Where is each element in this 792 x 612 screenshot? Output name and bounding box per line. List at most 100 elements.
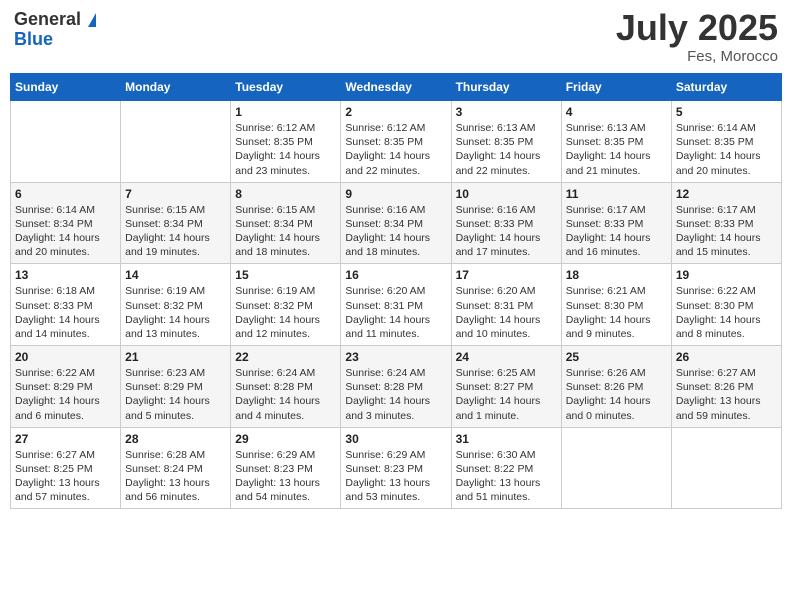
day-number: 5 — [676, 105, 777, 119]
day-number: 17 — [456, 268, 557, 282]
calendar-cell: 24 Sunrise: 6:25 AM Sunset: 8:27 PM Dayli… — [451, 346, 561, 428]
weekday-header: Sunday — [11, 74, 121, 101]
day-info: Sunrise: 6:27 AM Sunset: 8:26 PM Dayligh… — [676, 366, 777, 423]
logo-blue-text: Blue — [14, 30, 96, 50]
calendar-week-row: 6Sunrise: 6:14 AM Sunset: 8:34 PM Daylig… — [11, 182, 782, 264]
day-info: Sunrise: 6:24 AM Sunset: 8:28 PM Dayligh… — [235, 366, 336, 423]
calendar-cell: 9 Sunrise: 6:16 AM Sunset: 8:34 PM Daylig… — [341, 182, 451, 264]
day-number: 24 — [456, 350, 557, 364]
day-info: Sunrise: 6:19 AM Sunset: 8:32 PM Dayligh… — [125, 284, 226, 341]
calendar-cell: 10 Sunrise: 6:16 AM Sunset: 8:33 PM Dayli… — [451, 182, 561, 264]
day-number: 22 — [235, 350, 336, 364]
calendar-cell: 23Sunrise: 6:24 AM Sunset: 8:28 PM Dayli… — [341, 346, 451, 428]
day-number: 2 — [345, 105, 446, 119]
calendar-cell: 19 Sunrise: 6:22 AM Sunset: 8:30 PM Dayli… — [671, 264, 781, 346]
day-info: Sunrise: 6:26 AM Sunset: 8:26 PM Dayligh… — [566, 366, 667, 423]
day-info: Sunrise: 6:28 AM Sunset: 8:24 PM Dayligh… — [125, 448, 226, 505]
day-number: 12 — [676, 187, 777, 201]
logo: General Blue — [14, 10, 96, 50]
calendar-cell: 26Sunrise: 6:27 AM Sunset: 8:26 PM Dayli… — [671, 346, 781, 428]
calendar-cell: 31Sunrise: 6:30 AM Sunset: 8:22 PM Dayli… — [451, 427, 561, 509]
calendar-cell: 8Sunrise: 6:15 AM Sunset: 8:34 PM Daylig… — [231, 182, 341, 264]
calendar-table: SundayMondayTuesdayWednesdayThursdayFrid… — [10, 73, 782, 509]
day-number: 28 — [125, 432, 226, 446]
day-number: 19 — [676, 268, 777, 282]
logo-icon — [88, 13, 96, 27]
day-number: 9 — [345, 187, 446, 201]
day-number: 16 — [345, 268, 446, 282]
calendar-cell: 21 Sunrise: 6:23 AM Sunset: 8:29 PM Dayli… — [121, 346, 231, 428]
weekday-header: Tuesday — [231, 74, 341, 101]
day-info: Sunrise: 6:23 AM Sunset: 8:29 PM Dayligh… — [125, 366, 226, 423]
calendar-cell: 1 Sunrise: 6:12 AM Sunset: 8:35 PM Daylig… — [231, 101, 341, 183]
calendar-cell: 25 Sunrise: 6:26 AM Sunset: 8:26 PM Dayli… — [561, 346, 671, 428]
calendar-cell: 27Sunrise: 6:27 AM Sunset: 8:25 PM Dayli… — [11, 427, 121, 509]
calendar-week-row: 1 Sunrise: 6:12 AM Sunset: 8:35 PM Daylig… — [11, 101, 782, 183]
calendar-cell — [561, 427, 671, 509]
day-info: Sunrise: 6:12 AM Sunset: 8:35 PM Dayligh… — [235, 121, 336, 178]
weekday-header: Thursday — [451, 74, 561, 101]
day-info: Sunrise: 6:15 AM Sunset: 8:34 PM Dayligh… — [125, 203, 226, 260]
day-number: 20 — [15, 350, 116, 364]
calendar-cell: 17 Sunrise: 6:20 AM Sunset: 8:31 PM Dayli… — [451, 264, 561, 346]
day-info: Sunrise: 6:12 AM Sunset: 8:35 PM Dayligh… — [345, 121, 446, 178]
calendar-cell: 28 Sunrise: 6:28 AM Sunset: 8:24 PM Dayli… — [121, 427, 231, 509]
calendar-cell: 5 Sunrise: 6:14 AM Sunset: 8:35 PM Daylig… — [671, 101, 781, 183]
calendar-cell — [671, 427, 781, 509]
calendar-cell: 6Sunrise: 6:14 AM Sunset: 8:34 PM Daylig… — [11, 182, 121, 264]
day-info: Sunrise: 6:17 AM Sunset: 8:33 PM Dayligh… — [676, 203, 777, 260]
day-info: Sunrise: 6:20 AM Sunset: 8:31 PM Dayligh… — [345, 284, 446, 341]
calendar-header: SundayMondayTuesdayWednesdayThursdayFrid… — [11, 74, 782, 101]
day-number: 14 — [125, 268, 226, 282]
day-number: 21 — [125, 350, 226, 364]
location-subtitle: Fes, Morocco — [616, 48, 778, 65]
day-info: Sunrise: 6:21 AM Sunset: 8:30 PM Dayligh… — [566, 284, 667, 341]
day-number: 15 — [235, 268, 336, 282]
calendar-cell: 15 Sunrise: 6:19 AM Sunset: 8:32 PM Dayli… — [231, 264, 341, 346]
day-info: Sunrise: 6:22 AM Sunset: 8:29 PM Dayligh… — [15, 366, 116, 423]
calendar-cell: 13Sunrise: 6:18 AM Sunset: 8:33 PM Dayli… — [11, 264, 121, 346]
day-info: Sunrise: 6:27 AM Sunset: 8:25 PM Dayligh… — [15, 448, 116, 505]
day-number: 18 — [566, 268, 667, 282]
day-number: 29 — [235, 432, 336, 446]
day-info: Sunrise: 6:29 AM Sunset: 8:23 PM Dayligh… — [235, 448, 336, 505]
day-info: Sunrise: 6:24 AM Sunset: 8:28 PM Dayligh… — [345, 366, 446, 423]
day-info: Sunrise: 6:17 AM Sunset: 8:33 PM Dayligh… — [566, 203, 667, 260]
day-number: 1 — [235, 105, 336, 119]
day-number: 30 — [345, 432, 446, 446]
day-info: Sunrise: 6:25 AM Sunset: 8:27 PM Dayligh… — [456, 366, 557, 423]
weekday-header: Saturday — [671, 74, 781, 101]
day-info: Sunrise: 6:16 AM Sunset: 8:34 PM Dayligh… — [345, 203, 446, 260]
day-info: Sunrise: 6:30 AM Sunset: 8:22 PM Dayligh… — [456, 448, 557, 505]
weekday-header-row: SundayMondayTuesdayWednesdayThursdayFrid… — [11, 74, 782, 101]
calendar-cell: 20 Sunrise: 6:22 AM Sunset: 8:29 PM Dayli… — [11, 346, 121, 428]
calendar-cell: 14 Sunrise: 6:19 AM Sunset: 8:32 PM Dayli… — [121, 264, 231, 346]
day-number: 3 — [456, 105, 557, 119]
title-block: July 2025 Fes, Morocco — [616, 10, 778, 65]
day-number: 25 — [566, 350, 667, 364]
day-info: Sunrise: 6:16 AM Sunset: 8:33 PM Dayligh… — [456, 203, 557, 260]
day-info: Sunrise: 6:14 AM Sunset: 8:35 PM Dayligh… — [676, 121, 777, 178]
day-info: Sunrise: 6:22 AM Sunset: 8:30 PM Dayligh… — [676, 284, 777, 341]
calendar-week-row: 20 Sunrise: 6:22 AM Sunset: 8:29 PM Dayli… — [11, 346, 782, 428]
day-info: Sunrise: 6:13 AM Sunset: 8:35 PM Dayligh… — [566, 121, 667, 178]
day-number: 10 — [456, 187, 557, 201]
calendar-week-row: 13Sunrise: 6:18 AM Sunset: 8:33 PM Dayli… — [11, 264, 782, 346]
calendar-cell: 12 Sunrise: 6:17 AM Sunset: 8:33 PM Dayli… — [671, 182, 781, 264]
day-info: Sunrise: 6:13 AM Sunset: 8:35 PM Dayligh… — [456, 121, 557, 178]
calendar-cell: 18 Sunrise: 6:21 AM Sunset: 8:30 PM Dayli… — [561, 264, 671, 346]
day-number: 11 — [566, 187, 667, 201]
day-info: Sunrise: 6:18 AM Sunset: 8:33 PM Dayligh… — [15, 284, 116, 341]
day-info: Sunrise: 6:19 AM Sunset: 8:32 PM Dayligh… — [235, 284, 336, 341]
day-info: Sunrise: 6:14 AM Sunset: 8:34 PM Dayligh… — [15, 203, 116, 260]
calendar-cell: 3 Sunrise: 6:13 AM Sunset: 8:35 PM Daylig… — [451, 101, 561, 183]
calendar-cell: 4Sunrise: 6:13 AM Sunset: 8:35 PM Daylig… — [561, 101, 671, 183]
page-header: General Blue July 2025 Fes, Morocco — [10, 10, 782, 65]
day-number: 8 — [235, 187, 336, 201]
calendar-cell: 11 Sunrise: 6:17 AM Sunset: 8:33 PM Dayli… — [561, 182, 671, 264]
calendar-cell — [11, 101, 121, 183]
calendar-cell: 7Sunrise: 6:15 AM Sunset: 8:34 PM Daylig… — [121, 182, 231, 264]
day-info: Sunrise: 6:20 AM Sunset: 8:31 PM Dayligh… — [456, 284, 557, 341]
calendar-cell — [121, 101, 231, 183]
logo-line1: General — [14, 10, 96, 30]
